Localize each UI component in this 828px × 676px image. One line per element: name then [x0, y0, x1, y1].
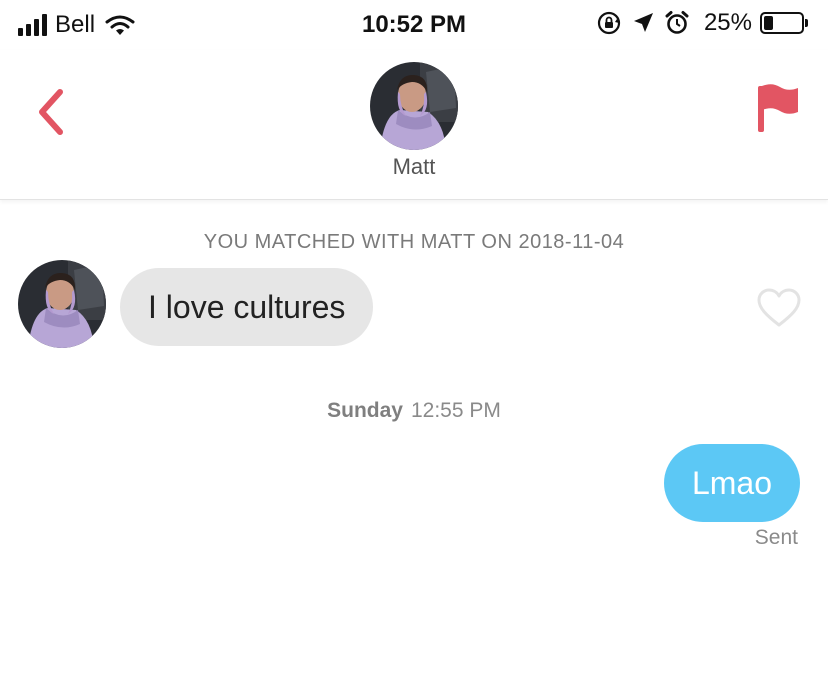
orientation-lock-icon [597, 11, 621, 35]
chat-header: Matt [0, 50, 828, 200]
location-arrow-icon [633, 13, 653, 32]
sent-status: Sent [754, 526, 798, 549]
status-right: 25% [596, 10, 808, 36]
message-timestamp: Sunday 12:55 PM [0, 399, 828, 423]
heart-outline-icon [757, 288, 801, 327]
battery-percent: 25% [703, 9, 752, 36]
chevron-left-icon [39, 89, 63, 135]
status-bar: Bell 10:52 PM 25% [0, 0, 828, 50]
outgoing-message-bubble[interactable]: Lmao [663, 444, 800, 522]
avatar-photo [370, 62, 458, 150]
timestamp-time: 12:55 PM [410, 399, 501, 422]
sender-avatar[interactable] [18, 260, 106, 348]
incoming-message-bubble[interactable]: I love cultures [120, 268, 374, 346]
like-message-button[interactable] [756, 288, 802, 328]
flag-icon [758, 84, 798, 132]
match-avatar[interactable] [370, 62, 458, 150]
battery-icon [760, 12, 808, 34]
match-banner: YOU MATCHED WITH MATT ON 2018-11-04 [203, 231, 625, 253]
alarm-icon [665, 11, 689, 34]
match-name: Matt [392, 154, 436, 179]
avatar-photo [18, 260, 106, 348]
report-button[interactable] [754, 80, 800, 136]
back-button[interactable] [30, 84, 70, 140]
timestamp-day: Sunday [327, 399, 403, 422]
